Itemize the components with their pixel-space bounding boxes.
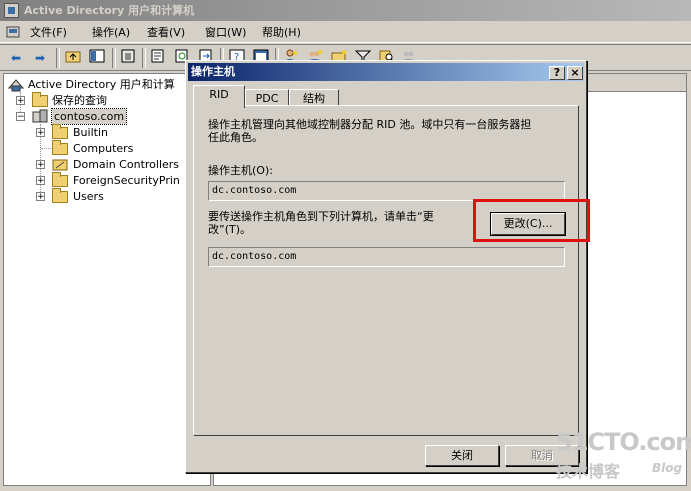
up-folder-icon[interactable] xyxy=(63,49,83,67)
tree-item-builtin[interactable]: + Builtin xyxy=(8,124,208,140)
tree-item-saved-queries[interactable]: + 保存的查询 xyxy=(8,92,208,108)
expand-icon[interactable]: + xyxy=(36,192,45,202)
menubar: 文件(F) 操作(A) 查看(V) 窗口(W) 帮助(H) xyxy=(0,22,691,43)
tab-rid[interactable]: RID xyxy=(193,85,245,108)
role-description-line: 操作主机管理向其他域控制器分配 RID 池。域中只有一台服务器担 xyxy=(208,118,532,131)
tree-label-saved-queries: 保存的查询 xyxy=(52,94,107,107)
show-tree-icon[interactable] xyxy=(87,49,107,67)
role-description-line: 任此角色。 xyxy=(208,131,263,144)
expand-icon[interactable]: + xyxy=(36,128,45,138)
menu-action[interactable]: 操作(A) xyxy=(92,25,130,40)
forward-icon[interactable]: ➡ xyxy=(30,49,50,67)
tree-label-domain-controllers: Domain Controllers xyxy=(73,158,180,171)
toolbar-separator xyxy=(56,48,60,68)
transfer-text-line: 改”(T)。 xyxy=(208,223,252,236)
master-label: 操作主机(O): xyxy=(208,164,273,177)
toolbar-separator xyxy=(112,48,116,68)
watermark-sub: 技术博客 xyxy=(556,462,621,481)
folder-icon xyxy=(52,172,68,187)
menu-window[interactable]: 窗口(W) xyxy=(205,25,246,40)
tree-item-foreign-security[interactable]: + ForeignSecurityPrin xyxy=(8,172,208,188)
watermark-blog: Blog xyxy=(652,461,683,475)
expand-icon[interactable]: + xyxy=(36,160,45,170)
tab-pdc-label: PDC xyxy=(255,92,279,105)
tree-item-domain-controllers[interactable]: + Domain Controllers xyxy=(8,157,208,172)
collapse-icon[interactable]: − xyxy=(16,112,25,122)
delete-icon[interactable] xyxy=(118,49,138,67)
annotation-highlight-box xyxy=(473,199,590,242)
transfer-text-line: 要传送操作主机角色到下列计算机，请单击“更 xyxy=(208,210,434,223)
tree-item-root[interactable]: Active Directory 用户和计算 xyxy=(7,77,208,92)
help-button[interactable]: ? xyxy=(549,66,565,80)
menu-help[interactable]: 帮助(H) xyxy=(262,25,301,40)
back-icon[interactable]: ⬅ xyxy=(6,49,26,67)
toolbar-separator xyxy=(142,48,146,68)
folder-icon xyxy=(32,92,48,107)
master-field[interactable]: dc.contoso.com xyxy=(208,181,565,201)
dialog-titlebar[interactable]: 操作主机 ? × xyxy=(188,63,584,81)
folder-icon xyxy=(52,124,68,139)
app-icon xyxy=(4,3,19,18)
dialog-close-button[interactable]: × xyxy=(567,66,583,80)
tree-label-domain: contoso.com xyxy=(50,108,128,125)
window-title: Active Directory 用户和计算机 xyxy=(24,4,195,17)
close-button[interactable]: 关闭 xyxy=(425,445,499,466)
console-tree-pane[interactable]: Active Directory 用户和计算 + 保存的查询 − contoso… xyxy=(3,73,211,486)
transfer-text: 要传送操作主机角色到下列计算机，请单击“更 改”(T)。 xyxy=(208,210,478,236)
cancel-button-label: 取消 xyxy=(531,449,553,462)
expand-icon[interactable]: + xyxy=(36,176,45,186)
system-menu-icon[interactable] xyxy=(5,25,21,40)
tab-infrastructure-label: 结构 xyxy=(303,92,325,105)
expand-icon[interactable]: + xyxy=(16,96,25,106)
menu-view[interactable]: 查看(V) xyxy=(147,25,185,40)
role-description: 操作主机管理向其他域控制器分配 RID 池。域中只有一台服务器担 任此角色。 xyxy=(208,118,572,144)
operations-master-dialog: 操作主机 ? × RID PDC 结构 操作主机管理向其他域控制器分配 RID … xyxy=(185,60,587,473)
tree-label-root: Active Directory 用户和计算 xyxy=(28,78,175,91)
tree-label-users: Users xyxy=(73,190,104,203)
dialog-title: 操作主机 xyxy=(191,65,235,78)
properties-icon[interactable] xyxy=(148,49,168,67)
folder-icon xyxy=(52,188,68,203)
tab-panel-rid: 操作主机管理向其他域控制器分配 RID 池。域中只有一台服务器担 任此角色。 操… xyxy=(193,105,579,436)
menu-file[interactable]: 文件(F) xyxy=(30,25,67,40)
target-field[interactable]: dc.contoso.com xyxy=(208,247,565,267)
tree-label-foreign-security: ForeignSecurityPrin xyxy=(73,174,180,187)
tree-item-domain[interactable]: − contoso.com xyxy=(8,108,208,125)
watermark-main: 51CTO.com xyxy=(556,428,691,456)
tab-rid-label: RID xyxy=(209,88,229,101)
folder-icon xyxy=(52,140,68,155)
tree-label-computers: Computers xyxy=(73,142,134,155)
main-titlebar: Active Directory 用户和计算机 xyxy=(0,0,691,21)
tree-item-users[interactable]: + Users xyxy=(8,188,208,204)
close-button-label: 关闭 xyxy=(451,449,473,462)
tree-item-computers[interactable]: Computers xyxy=(8,140,208,156)
watermark: 51CTO.com 技术博客 Blog xyxy=(556,428,691,484)
tree-label-builtin: Builtin xyxy=(73,126,108,139)
